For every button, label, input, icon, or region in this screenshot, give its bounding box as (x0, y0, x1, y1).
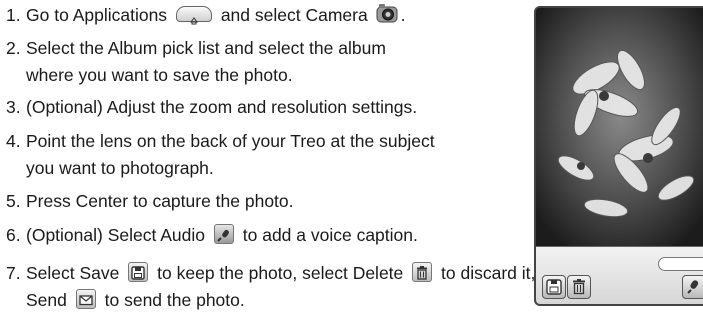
microphone-icon (213, 224, 234, 245)
step-5: 5. Press Center to capture the photo. (6, 188, 294, 215)
step-text: Press Center to capture the photo. (26, 191, 294, 211)
step-number: 1. (6, 5, 21, 25)
camera-viewfinder-photo (536, 8, 703, 246)
step-text: (Optional) Adjust the zoom and resolutio… (26, 97, 418, 117)
step-number: 7. (6, 263, 21, 283)
step-1: 1. Go to Applications and select Camera . (6, 2, 405, 29)
step-text-continued: Send (26, 289, 67, 310)
step-text: Go to Applications (26, 5, 168, 25)
step-3: 3. (Optional) Adjust the zoom and resolut… (6, 94, 417, 121)
camera-screen-thumbnail (534, 6, 703, 306)
delete-button[interactable] (567, 275, 591, 299)
floppy-disk-icon (128, 262, 149, 283)
step-text: Select Save (26, 263, 120, 283)
step-number: 5. (6, 191, 21, 211)
step-7: 7. Select Save to keep the photo, select … (6, 260, 606, 313)
step-text: to send the photo. (104, 289, 245, 310)
step-text: to keep the photo, select Delete (157, 263, 404, 283)
step-text: Select the Album pick list and select th… (26, 38, 386, 58)
camera-icon (375, 2, 399, 24)
step-text-continued: you want to photograph. (26, 157, 214, 178)
step-text: and select Camera (220, 5, 368, 25)
trash-can-icon (412, 262, 433, 283)
step-text-continued: where you want to save the photo. (26, 64, 293, 85)
step-text: Point the lens on the back of your Treo … (26, 131, 435, 151)
save-button[interactable] (542, 275, 566, 299)
zoom-slider[interactable] (658, 257, 703, 271)
step-text: . (400, 5, 406, 25)
applications-home-icon (175, 6, 212, 25)
envelope-icon (75, 288, 96, 309)
step-text: to add a voice caption. (242, 225, 418, 245)
step-number: 2. (6, 38, 21, 58)
step-text: (Optional) Select Audio (26, 225, 205, 245)
step-6: 6. (Optional) Select Audio to add a voice… (6, 222, 418, 249)
step-number: 3. (6, 97, 21, 117)
step-4: 4. Point the lens on the back of your Tre… (6, 128, 435, 181)
step-number: 4. (6, 131, 21, 151)
step-2: 2. Select the Album pick list and select … (6, 35, 386, 88)
audio-button[interactable] (682, 275, 703, 299)
step-number: 6. (6, 225, 21, 245)
camera-toolbar (536, 246, 703, 304)
